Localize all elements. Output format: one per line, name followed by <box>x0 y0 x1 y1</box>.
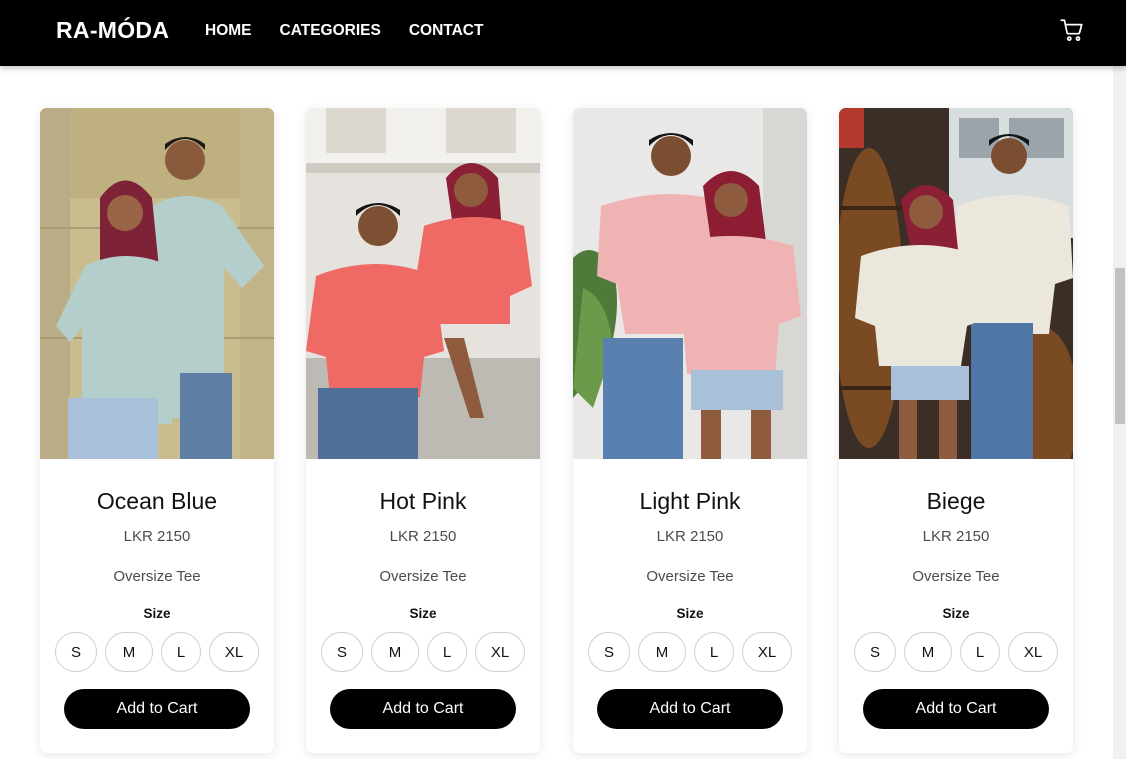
shopping-cart-icon <box>1060 19 1083 42</box>
size-button-s[interactable]: S <box>588 632 630 672</box>
product-type: Oversize Tee <box>113 568 201 585</box>
product-type: Oversize Tee <box>912 568 1000 585</box>
nav-link-home[interactable]: HOME <box>205 22 252 40</box>
product-card: Biege LKR 2150 Oversize Tee Size S M L X… <box>839 108 1073 753</box>
size-button-s[interactable]: S <box>321 632 363 672</box>
size-button-m[interactable]: M <box>105 632 153 672</box>
add-to-cart-button[interactable]: Add to Cart <box>64 689 250 729</box>
size-button-m[interactable]: M <box>371 632 419 672</box>
nav-link-categories[interactable]: CATEGORIES <box>280 22 381 40</box>
size-button-l[interactable]: L <box>960 632 1000 672</box>
size-button-xl[interactable]: XL <box>475 632 525 672</box>
size-button-s[interactable]: S <box>55 632 97 672</box>
size-button-l[interactable]: L <box>161 632 201 672</box>
size-options: S M L XL <box>40 632 274 672</box>
add-to-cart-button[interactable]: Add to Cart <box>863 689 1049 729</box>
size-options: S M L XL <box>839 632 1073 672</box>
product-name: Hot Pink <box>379 488 467 514</box>
product-price: LKR 2150 <box>123 528 191 545</box>
product-card: Ocean Blue LKR 2150 Oversize Tee Size S … <box>40 108 274 753</box>
cart-button[interactable] <box>1058 16 1086 44</box>
product-price: LKR 2150 <box>922 528 990 545</box>
size-label: Size <box>676 606 704 621</box>
product-photo[interactable] <box>40 108 274 459</box>
product-price: LKR 2150 <box>656 528 724 545</box>
size-label: Size <box>942 606 970 621</box>
brand-logo[interactable]: RA-MÓDA <box>56 17 169 44</box>
product-photo[interactable] <box>839 108 1073 459</box>
add-to-cart-button[interactable]: Add to Cart <box>597 689 783 729</box>
size-button-xl[interactable]: XL <box>742 632 792 672</box>
size-button-s[interactable]: S <box>854 632 896 672</box>
size-button-xl[interactable]: XL <box>209 632 259 672</box>
size-button-l[interactable]: L <box>427 632 467 672</box>
product-type: Oversize Tee <box>646 568 734 585</box>
nav-link-contact[interactable]: CONTACT <box>409 22 484 40</box>
add-to-cart-button[interactable]: Add to Cart <box>330 689 516 729</box>
size-button-m[interactable]: M <box>904 632 952 672</box>
product-card: Hot Pink LKR 2150 Oversize Tee Size S M … <box>306 108 540 753</box>
product-type: Oversize Tee <box>379 568 467 585</box>
top-navbar: RA-MÓDA HOME CATEGORIES CONTACT <box>0 0 1126 66</box>
product-price: LKR 2150 <box>389 528 457 545</box>
product-name: Light Pink <box>639 488 741 514</box>
nav-links: HOME CATEGORIES CONTACT <box>205 22 483 40</box>
product-card: Light Pink LKR 2150 Oversize Tee Size S … <box>573 108 807 753</box>
size-button-xl[interactable]: XL <box>1008 632 1058 672</box>
size-label: Size <box>409 606 437 621</box>
size-button-l[interactable]: L <box>694 632 734 672</box>
size-options: S M L XL <box>573 632 807 672</box>
product-photo[interactable] <box>306 108 540 459</box>
product-name: Biege <box>926 488 986 514</box>
scrollbar-thumb[interactable] <box>1115 268 1125 424</box>
product-photo[interactable] <box>573 108 807 459</box>
size-options: S M L XL <box>306 632 540 672</box>
size-button-m[interactable]: M <box>638 632 686 672</box>
size-label: Size <box>143 606 171 621</box>
product-name: Ocean Blue <box>96 488 218 514</box>
